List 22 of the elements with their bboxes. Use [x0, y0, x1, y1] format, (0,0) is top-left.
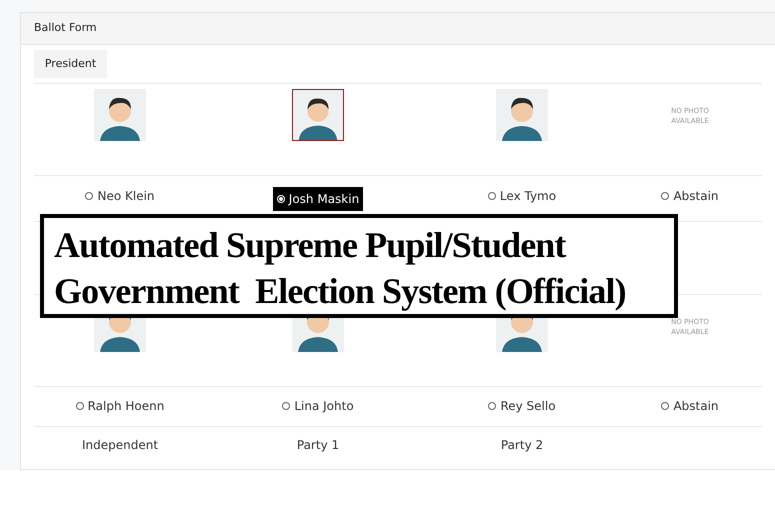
radio-icon[interactable] — [661, 402, 670, 410]
radio-icon[interactable] — [85, 192, 94, 200]
banner-title-line: Automated Supreme Pupil/Student — [54, 224, 568, 267]
radio-icon[interactable] — [661, 192, 670, 200]
radio-icon[interactable] — [76, 402, 84, 410]
radio-icon[interactable] — [282, 402, 290, 410]
party-label: Party 1 — [296, 437, 340, 454]
position-tab[interactable]: President — [34, 50, 107, 78]
candidate-option[interactable]: Ralph Hoenn — [72, 394, 168, 418]
party-label: Independent — [82, 437, 158, 454]
candidate-option[interactable]: Lex Tymo — [484, 184, 560, 208]
candidate-option[interactable]: Lina Johto — [278, 394, 358, 418]
candidate-option[interactable]: Abstain — [657, 184, 723, 208]
candidate-option[interactable]: Abstain — [657, 394, 723, 418]
candidate-option[interactable]: Rey Sello — [484, 394, 560, 418]
party-label: Party 2 — [500, 437, 544, 454]
candidate-option[interactable]: Josh Maskin — [272, 187, 364, 211]
banner-title-line: Government Election System (Official) — [54, 270, 627, 313]
candidate-option[interactable]: Neo Klein — [81, 184, 159, 208]
panel-title: Ballot Form — [34, 20, 97, 36]
radio-icon[interactable] — [488, 192, 496, 200]
radio-icon[interactable] — [488, 402, 496, 410]
